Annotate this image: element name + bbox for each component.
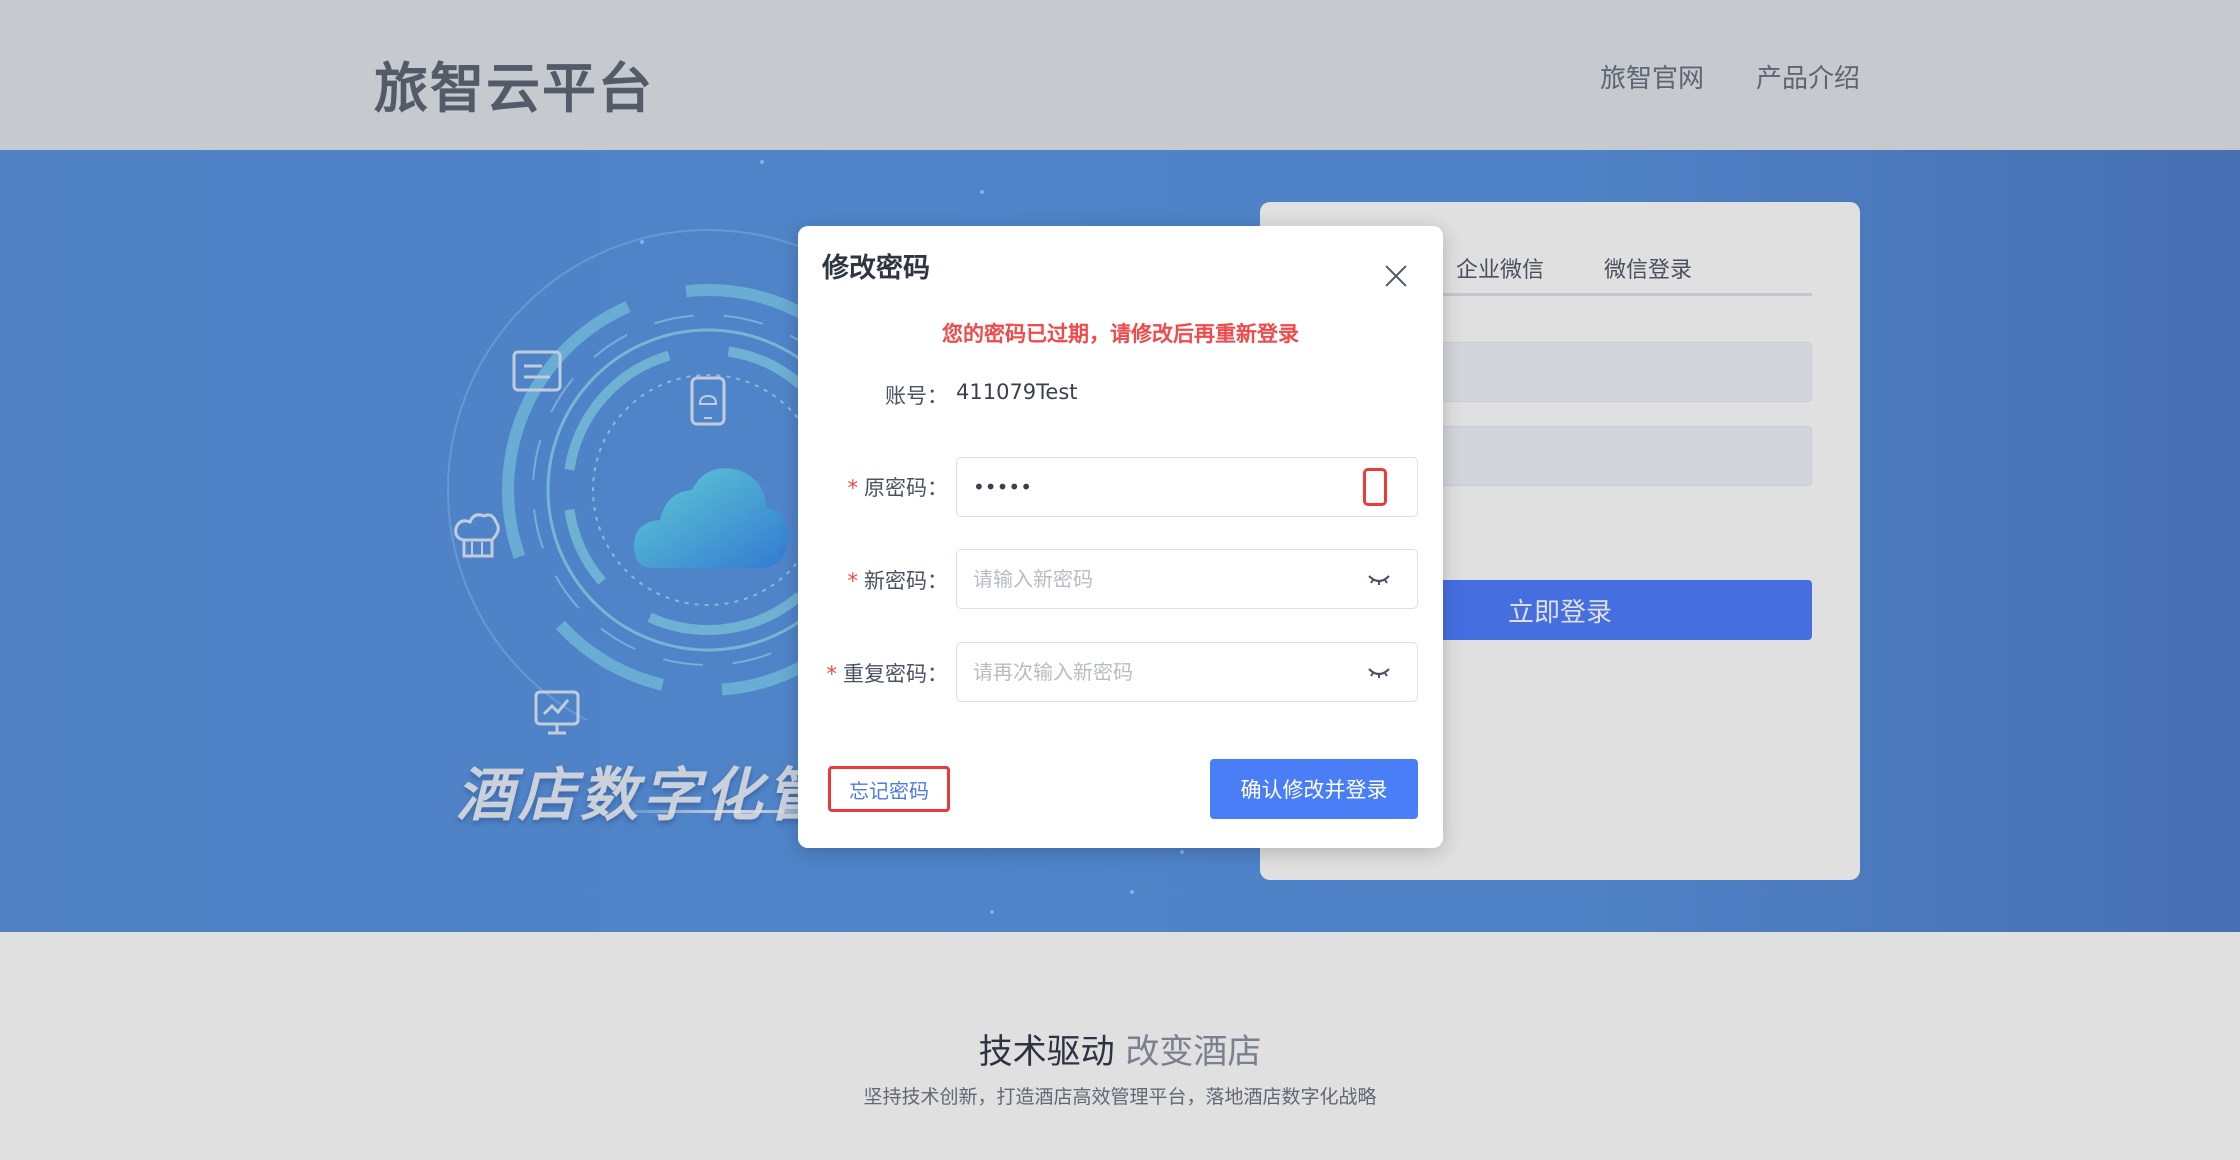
old-password-input[interactable]	[973, 458, 1353, 516]
repeat-password-label: * 重复密码：	[827, 658, 949, 688]
old-password-label: * 原密码：	[848, 472, 949, 502]
new-password-input[interactable]	[973, 550, 1353, 608]
old-password-label-text: 原密码：	[864, 476, 948, 500]
new-password-label: * 新密码：	[848, 565, 949, 595]
new-password-field[interactable]	[956, 549, 1418, 609]
forgot-password-button[interactable]: 忘记密码	[828, 766, 950, 812]
eye-closed-icon[interactable]	[1367, 570, 1391, 590]
confirm-change-login-button[interactable]: 确认修改并登录	[1210, 759, 1418, 819]
repeat-password-label-text: 重复密码：	[843, 662, 948, 686]
dialog-title: 修改密码	[822, 253, 930, 284]
repeat-password-field[interactable]	[956, 642, 1418, 702]
repeat-password-input[interactable]	[973, 643, 1353, 701]
eye-closed-icon[interactable]	[1367, 663, 1391, 683]
required-mark: *	[826, 662, 838, 686]
account-label: 账号：	[885, 384, 948, 408]
required-mark: *	[847, 569, 859, 593]
old-password-field[interactable]	[956, 457, 1418, 517]
account-value: 411079Test	[956, 380, 1078, 404]
expired-warning: 您的密码已过期，请修改后再重新登录	[942, 322, 1299, 346]
phone-icon[interactable]	[1363, 468, 1387, 506]
required-mark: *	[847, 476, 859, 500]
close-icon[interactable]	[1376, 256, 1416, 296]
new-password-label-text: 新密码：	[864, 569, 948, 593]
change-password-dialog: 修改密码 您的密码已过期，请修改后再重新登录 账号： 411079Test * 原…	[798, 226, 1443, 848]
